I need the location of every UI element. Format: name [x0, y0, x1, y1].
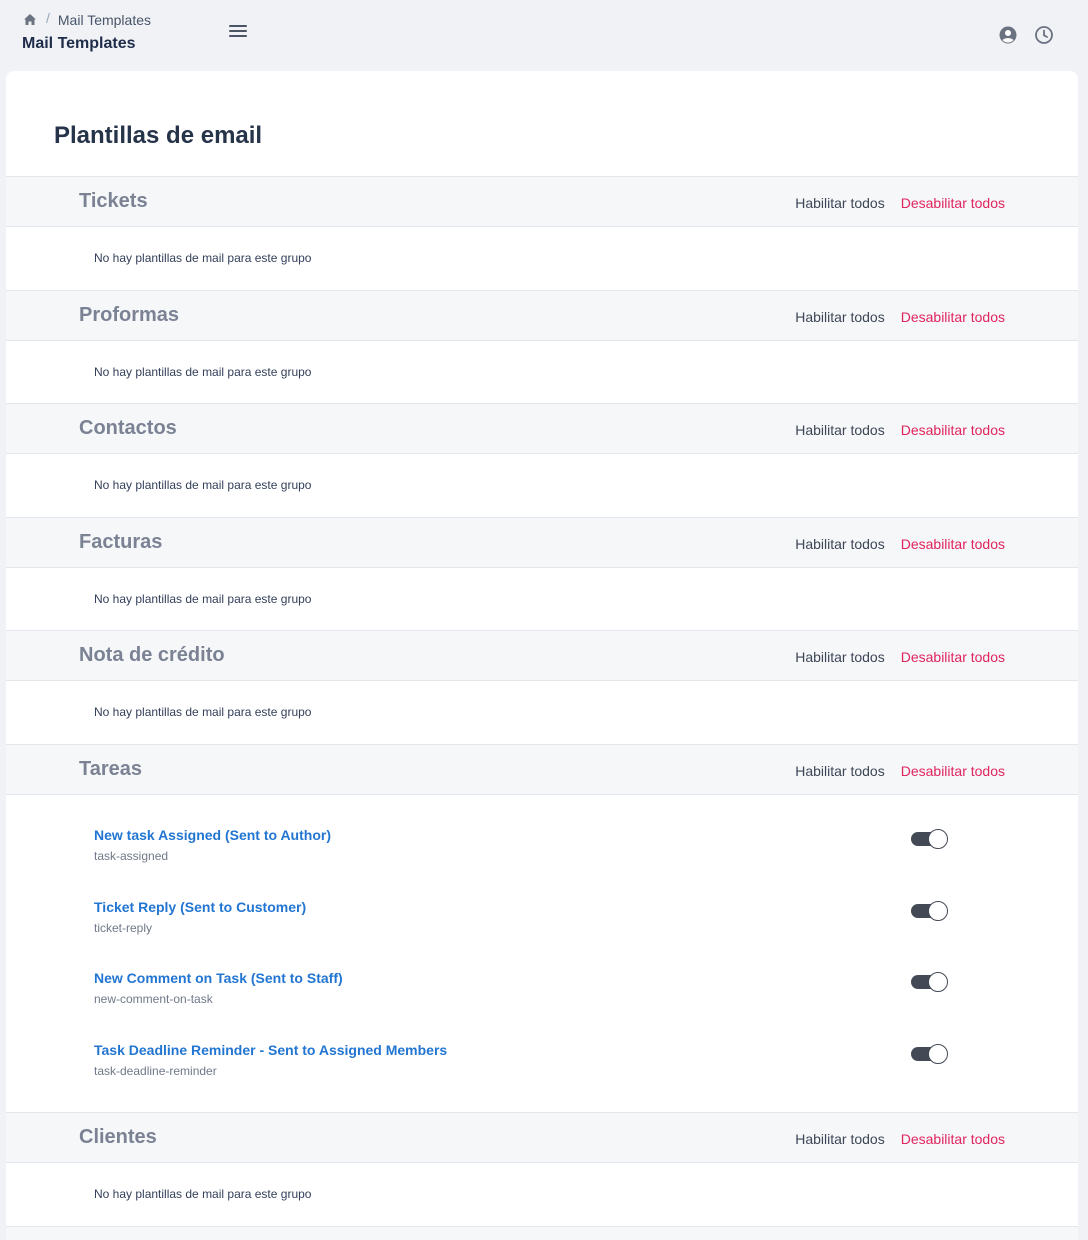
home-icon[interactable]	[22, 12, 38, 28]
group-name: Proformas	[79, 304, 180, 326]
toggle-knob	[928, 1044, 948, 1064]
disable-all-link[interactable]: Desabilitar todos	[901, 763, 1005, 779]
disable-all-link[interactable]: Desabilitar todos	[901, 309, 1005, 325]
enable-all-link[interactable]: Habilitar todos	[795, 309, 885, 325]
group-header: Tareas Habilitar todos Desabilitar todos	[6, 744, 1078, 795]
group-name: Facturas	[79, 531, 163, 553]
enable-all-link[interactable]: Habilitar todos	[795, 195, 885, 211]
hamburger-menu-icon[interactable]	[227, 21, 249, 43]
template-item: New Comment on Task (Sent to Staff) new-…	[94, 970, 994, 1020]
template-name-link[interactable]: New task Assigned (Sent to Author)	[94, 827, 994, 843]
group-name: Clientes	[79, 1126, 157, 1148]
disable-all-link[interactable]: Desabilitar todos	[901, 1131, 1005, 1147]
breadcrumb-separator: /	[46, 10, 50, 26]
user-circle-icon[interactable]	[998, 25, 1018, 45]
template-slug: task-deadline-reminder	[94, 1064, 217, 1078]
group-header: Clientes Habilitar todos Desabilitar tod…	[6, 1112, 1078, 1163]
clock-icon[interactable]	[1034, 25, 1054, 45]
template-name-link[interactable]: New Comment on Task (Sent to Staff)	[94, 970, 994, 986]
enable-all-link[interactable]: Habilitar todos	[795, 649, 885, 665]
toggle-knob	[928, 972, 948, 992]
template-item: Task Deadline Reminder - Sent to Assigne…	[94, 1042, 994, 1092]
breadcrumb-current: Mail Templates	[57, 12, 152, 28]
empty-message: No hay plantillas de mail para este grup…	[94, 1187, 312, 1201]
group-facturas: Facturas Habilitar todos Desabilitar tod…	[6, 517, 1078, 606]
template-slug: new-comment-on-task	[94, 992, 213, 1006]
template-enabled-toggle[interactable]	[911, 972, 949, 992]
group-clientes: Clientes Habilitar todos Desabilitar tod…	[6, 1112, 1078, 1201]
disable-all-link[interactable]: Desabilitar todos	[901, 422, 1005, 438]
page-heading: Mail Templates	[22, 35, 136, 52]
group-name: Tareas	[79, 758, 143, 780]
group-name: Nota de crédito	[79, 644, 225, 666]
empty-message: No hay plantillas de mail para este grup…	[94, 705, 312, 719]
template-name-link[interactable]: Task Deadline Reminder - Sent to Assigne…	[94, 1042, 994, 1058]
template-slug: ticket-reply	[94, 921, 153, 935]
breadcrumb: / Mail Templates	[22, 10, 152, 28]
enable-all-link[interactable]: Habilitar todos	[795, 1131, 885, 1147]
group-tickets: Tickets Habilitar todos Desabilitar todo…	[6, 176, 1078, 265]
group-name: Contactos	[79, 417, 177, 439]
group-header	[6, 1226, 1078, 1240]
topbar: / Mail Templates Mail Templates	[0, 0, 1088, 71]
group-header: Nota de crédito Habilitar todos Desabili…	[6, 630, 1078, 681]
group-tareas: Tareas Habilitar todos Desabilitar todos…	[6, 744, 1078, 1078]
disable-all-link[interactable]: Desabilitar todos	[901, 195, 1005, 211]
template-enabled-toggle[interactable]	[911, 901, 949, 921]
toggle-knob	[928, 829, 948, 849]
group-nota-de-credito: Nota de crédito Habilitar todos Desabili…	[6, 630, 1078, 719]
empty-message: No hay plantillas de mail para este grup…	[94, 592, 312, 606]
group-header: Proformas Habilitar todos Desabilitar to…	[6, 290, 1078, 341]
disable-all-link[interactable]: Desabilitar todos	[901, 536, 1005, 552]
template-item: Ticket Reply (Sent to Customer) ticket-r…	[94, 899, 994, 949]
empty-message: No hay plantillas de mail para este grup…	[94, 365, 312, 379]
group-header: Contactos Habilitar todos Desabilitar to…	[6, 403, 1078, 454]
empty-message: No hay plantillas de mail para este grup…	[94, 478, 312, 492]
toggle-knob	[928, 901, 948, 921]
enable-all-link[interactable]: Habilitar todos	[795, 763, 885, 779]
template-enabled-toggle[interactable]	[911, 829, 949, 849]
template-name-link[interactable]: Ticket Reply (Sent to Customer)	[94, 899, 994, 915]
group-name: Tickets	[79, 190, 148, 212]
template-slug: task-assigned	[94, 849, 169, 863]
empty-message: No hay plantillas de mail para este grup…	[94, 251, 312, 265]
group-contactos: Contactos Habilitar todos Desabilitar to…	[6, 403, 1078, 492]
mail-templates-card: Plantillas de email Tickets Habilitar to…	[6, 71, 1078, 1240]
group-proformas: Proformas Habilitar todos Desabilitar to…	[6, 290, 1078, 379]
group-header: Tickets Habilitar todos Desabilitar todo…	[6, 176, 1078, 227]
enable-all-link[interactable]: Habilitar todos	[795, 536, 885, 552]
group-header: Facturas Habilitar todos Desabilitar tod…	[6, 517, 1078, 568]
template-item: New task Assigned (Sent to Author) task-…	[94, 827, 994, 877]
template-enabled-toggle[interactable]	[911, 1044, 949, 1064]
disable-all-link[interactable]: Desabilitar todos	[901, 649, 1005, 665]
group-next-partial	[6, 1226, 1078, 1240]
enable-all-link[interactable]: Habilitar todos	[795, 422, 885, 438]
card-title: Plantillas de email	[54, 122, 263, 149]
